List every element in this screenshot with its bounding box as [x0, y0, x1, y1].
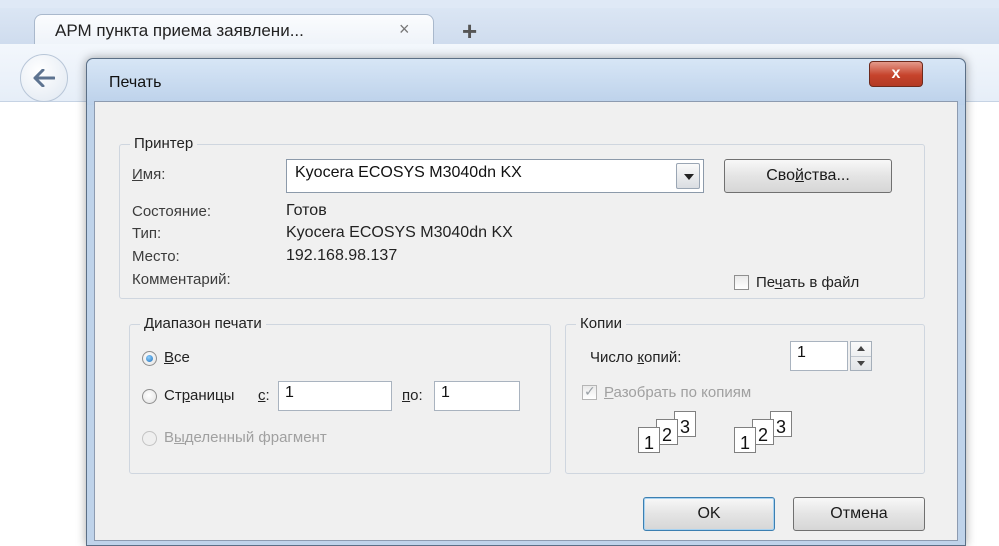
collate-page-1: 1: [734, 427, 756, 453]
range-all-label[interactable]: Все: [164, 349, 190, 366]
print-to-file-label[interactable]: Печать в файл: [756, 274, 859, 291]
dialog-titlebar[interactable]: Печать x: [87, 59, 965, 105]
printer-name-value: Kyocera ECOSYS M3040dn KX: [295, 164, 522, 181]
type-label: Тип:: [132, 225, 162, 242]
browser-tab[interactable]: АРМ пункта приема заявлени... ×: [34, 14, 434, 46]
range-from-label: с:: [258, 387, 270, 404]
range-to-input[interactable]: 1: [434, 381, 520, 411]
dialog-client-area: Принтер Имя: Kyocera ECOSYS M3040dn KX С…: [94, 101, 958, 541]
close-icon: x: [891, 65, 901, 82]
print-to-file-checkbox[interactable]: [734, 275, 749, 290]
copies-count-label: Число копий:: [590, 349, 682, 366]
printer-name-dropdown[interactable]: Kyocera ECOSYS M3040dn KX: [286, 159, 704, 193]
range-selection-label: Выделенный фрагмент: [164, 429, 327, 446]
collate-stack-2: 3 2 1: [734, 411, 814, 459]
type-value: Kyocera ECOSYS M3040dn KX: [286, 224, 513, 241]
properties-button[interactable]: Свойства...: [724, 159, 892, 193]
print-range-legend: Диапазон печати: [140, 315, 266, 332]
range-pages-label[interactable]: Страницы: [164, 387, 234, 404]
range-to-label: по:: [402, 387, 423, 404]
collate-checkbox: [582, 383, 597, 400]
cancel-button[interactable]: Отмена: [793, 497, 925, 531]
back-arrow-icon: [33, 69, 55, 87]
printer-group-legend: Принтер: [130, 135, 198, 152]
status-value: Готов: [286, 202, 327, 219]
back-button[interactable]: [20, 54, 68, 102]
location-value: 192.168.98.137: [286, 247, 398, 264]
chevron-down-icon[interactable]: [676, 163, 700, 189]
tab-close-icon[interactable]: ×: [399, 19, 410, 40]
copies-legend: Копии: [576, 315, 626, 332]
dialog-close-button[interactable]: x: [869, 61, 923, 87]
copies-group: Копии Число копий: 1 Разобрать по копиям…: [565, 315, 925, 474]
spinner-up-icon[interactable]: [851, 342, 871, 356]
dialog-title: Печать: [109, 74, 162, 91]
copies-spinner[interactable]: [850, 341, 872, 371]
print-range-group: Диапазон печати Все Страницы с: 1 по: 1 …: [129, 315, 551, 474]
new-tab-button[interactable]: +: [462, 16, 477, 47]
collate-label: Разобрать по копиям: [604, 384, 752, 401]
range-all-radio[interactable]: [142, 351, 157, 366]
range-pages-radio[interactable]: [142, 389, 157, 404]
collate-stack-1: 3 2 1: [638, 411, 718, 459]
printer-group: Принтер Имя: Kyocera ECOSYS M3040dn KX С…: [119, 135, 925, 299]
printer-name-label: Имя:: [132, 166, 166, 183]
tab-title: АРМ пункта приема заявлени...: [55, 21, 304, 40]
collate-page-1: 1: [638, 427, 660, 453]
location-label: Место:: [132, 248, 180, 265]
browser-tab-bar: АРМ пункта приема заявлени... × +: [0, 8, 999, 47]
browser-top-strip: [0, 0, 999, 8]
spinner-down-icon[interactable]: [851, 356, 871, 370]
print-dialog: Печать x Принтер Имя: Kyocera ECOSYS M30…: [86, 58, 966, 546]
range-from-input[interactable]: 1: [278, 381, 392, 411]
comment-label: Комментарий:: [132, 271, 231, 288]
range-selection-radio: [142, 431, 157, 446]
ok-button[interactable]: OK: [643, 497, 775, 531]
copies-count-input[interactable]: 1: [790, 341, 848, 371]
status-label: Состояние:: [132, 203, 212, 220]
